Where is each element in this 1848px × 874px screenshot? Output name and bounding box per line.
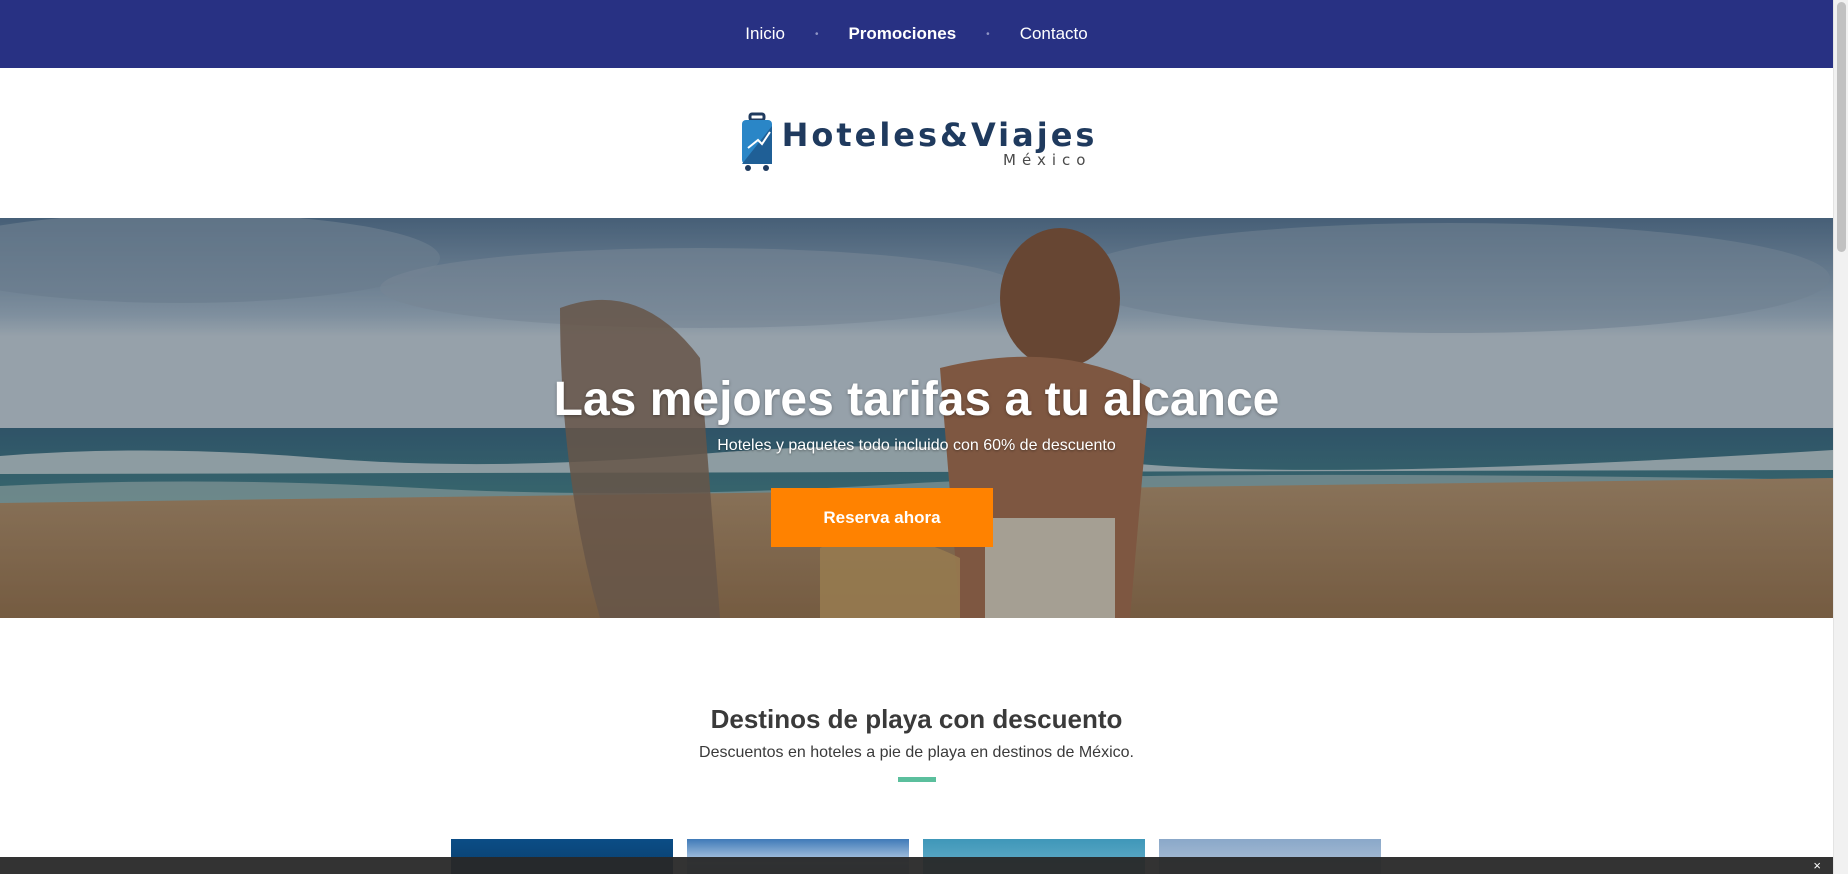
- nav-link-contacto[interactable]: Contacto: [1012, 24, 1096, 44]
- top-navigation: Inicio • Promociones • Contacto: [0, 0, 1833, 68]
- section-divider: [898, 777, 936, 782]
- page: Inicio • Promociones • Contacto Hoteles&…: [0, 0, 1848, 874]
- hero-banner: Las mejores tarifas a tu alcance Hoteles…: [0, 218, 1833, 618]
- nav-separator: •: [986, 28, 990, 40]
- hero-title: Las mejores tarifas a tu alcance: [553, 373, 1280, 426]
- nav-separator: •: [814, 28, 819, 40]
- hero-subtitle: Hoteles y paquetes todo incluido con 60%…: [717, 437, 1116, 454]
- site-logo[interactable]: Hoteles&Viajes México: [736, 112, 1098, 174]
- hero-content: Las mejores tarifas a tu alcance Hoteles…: [0, 218, 1833, 618]
- logo-tagline: México: [1003, 151, 1092, 169]
- reserve-now-button[interactable]: Reserva ahora: [771, 488, 993, 547]
- nav-link-promociones[interactable]: Promociones: [840, 24, 964, 44]
- close-icon[interactable]: ×: [1813, 857, 1821, 874]
- cookie-bar: ×: [0, 857, 1833, 874]
- logo-wordmark: Hoteles&Viajes: [781, 116, 1098, 154]
- beach-destinations-section: Destinos de playa con descuento Descuent…: [0, 618, 1833, 874]
- suitcase-logo-icon: [741, 112, 772, 171]
- section-title: Destinos de playa con descuento: [710, 704, 1123, 734]
- scrollbar-thumb[interactable]: [1837, 2, 1846, 252]
- section-subtitle: Descuentos en hoteles a pie de playa en …: [699, 744, 1134, 761]
- nav-link-inicio[interactable]: Inicio: [737, 24, 793, 44]
- logo-strip: Hoteles&Viajes México: [0, 68, 1833, 218]
- page-scrollbar[interactable]: [1833, 0, 1848, 874]
